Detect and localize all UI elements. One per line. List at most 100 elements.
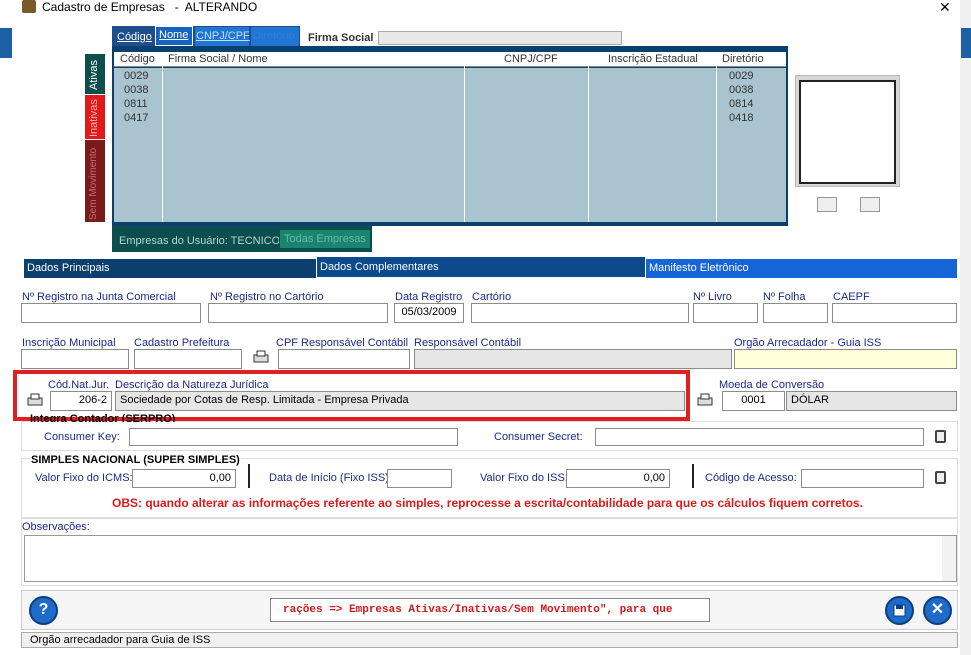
grid-col-divider — [464, 52, 465, 222]
data-registro-input[interactable]: 05/03/2009 — [394, 303, 464, 323]
side-tab-inativas-label: Inativas — [88, 99, 100, 137]
tab-dados-principais[interactable]: Dados Principais — [24, 259, 316, 278]
cadastro-prefeitura-input[interactable] — [134, 349, 242, 369]
close-icon[interactable]: ✕ — [939, 0, 951, 16]
orgao-input[interactable] — [734, 349, 957, 369]
table-row-codigo[interactable]: 0038 — [124, 83, 148, 97]
cod-nat-label: Cód.Nat.Jur. — [48, 379, 110, 391]
tab-dados-complementares-label: Dados Complementares — [320, 261, 439, 273]
table-row-diretorio[interactable]: 0029 — [729, 69, 753, 83]
table-row-codigo[interactable]: 0417 — [124, 111, 148, 125]
codigo-acesso-input[interactable] — [801, 469, 924, 488]
col-codigo[interactable]: Código — [120, 53, 155, 65]
printer-icon-svg — [27, 393, 43, 406]
background-strip — [960, 0, 971, 655]
consumer-secret-input[interactable] — [595, 428, 924, 446]
save-button[interactable] — [885, 596, 914, 625]
registro-junta-label: Nº Registro na Junta Comercial — [22, 291, 176, 303]
caepf-input[interactable] — [832, 303, 957, 323]
livro-input[interactable] — [693, 303, 758, 323]
folha-label: Nº Folha — [763, 291, 806, 303]
grid-body — [114, 68, 786, 222]
simples-label: SIMPLES NACIONAL (SUPER SIMPLES) — [30, 454, 241, 466]
tab-nome[interactable]: Nome — [155, 26, 193, 46]
grid-col-divider — [716, 52, 717, 222]
separator — [248, 464, 250, 488]
background-strip-left — [0, 28, 12, 58]
tab-nome-label: Nome — [159, 29, 189, 41]
side-tab-ativas[interactable]: Ativas — [85, 54, 105, 94]
col-diretorio[interactable]: Diretório — [722, 53, 764, 65]
observacoes-scrollbar[interactable] — [942, 536, 956, 581]
tab-dados-complementares[interactable]: Dados Complementares — [316, 256, 646, 278]
responsavel-label: Responsável Contábil — [414, 337, 522, 349]
data-inicio-label: Data de Início (Fixo ISS): — [269, 472, 392, 484]
data-registro-label: Data Registro — [395, 291, 463, 303]
logo-image[interactable] — [799, 80, 896, 184]
side-tab-ativas-label: Ativas — [88, 60, 100, 90]
valor-icms-input[interactable]: 0,00 — [132, 469, 236, 488]
status-bar: Orgão arrecadador para Guia de ISS — [21, 632, 958, 648]
grid-header: Código Firma Social / Nome CNPJ/CPF Insc… — [114, 52, 786, 67]
cod-nat-input[interactable]: 206-2 — [50, 391, 112, 411]
side-tab-sem-movimento-label: Sem Movimento — [88, 147, 99, 220]
caepf-label: CAEPF — [833, 291, 870, 303]
grid-col-divider — [162, 52, 163, 222]
table-row-diretorio[interactable]: 0814 — [729, 97, 753, 111]
inscricao-municipal-label: Inscrição Municipal — [22, 337, 116, 349]
printer-icon[interactable] — [26, 392, 44, 408]
lock-icon[interactable] — [935, 471, 946, 484]
registro-junta-input[interactable] — [21, 303, 201, 323]
consumer-key-label: Consumer Key: — [44, 431, 120, 443]
side-tab-inativas[interactable]: Inativas — [85, 95, 105, 139]
tab-cnpj-label: CNPJ/CPF — [196, 30, 250, 42]
clear-logo-icon[interactable] — [860, 197, 880, 212]
col-firma[interactable]: Firma Social / Nome — [168, 53, 268, 65]
footer-user-tab[interactable]: Empresas do Usuário: TECNICO — [119, 235, 280, 247]
tab-codigo[interactable]: Código — [114, 30, 155, 44]
lock-icon[interactable] — [935, 430, 946, 443]
marquee-text: rações => Empresas Ativas/Inativas/Sem M… — [283, 604, 673, 616]
grid-dirs: 0029 0038 0814 0418 — [729, 69, 753, 125]
firma-social-input[interactable] — [378, 31, 622, 45]
col-cnpj[interactable]: CNPJ/CPF — [504, 53, 558, 65]
printer-icon[interactable] — [696, 392, 714, 408]
folha-input[interactable] — [763, 303, 828, 323]
printer-icon[interactable] — [252, 349, 270, 365]
valor-iss-input[interactable]: 0,00 — [566, 469, 670, 488]
footer-all-label: Todas Empresas — [284, 233, 366, 245]
cartorio-input[interactable] — [471, 303, 689, 323]
registro-cartorio-label: Nº Registro no Cartório — [210, 291, 324, 303]
tab-manifesto-label: Manifesto Eletrônico — [649, 262, 749, 274]
consumer-key-input[interactable] — [129, 428, 458, 446]
cadastro-prefeitura-label: Cadastro Prefeitura — [134, 337, 230, 349]
printer-icon-svg — [697, 393, 713, 406]
data-inicio-input[interactable] — [387, 469, 452, 488]
tab-cnpj[interactable]: CNPJ/CPF — [195, 27, 250, 46]
side-tab-sem-movimento[interactable]: Sem Movimento — [85, 140, 105, 222]
company-grid[interactable]: Código Firma Social / Nome CNPJ/CPF Insc… — [112, 46, 788, 226]
livro-label: Nº Livro — [693, 291, 732, 303]
inscricao-municipal-input[interactable] — [21, 349, 129, 369]
table-row-codigo[interactable]: 0811 — [124, 97, 148, 111]
observacoes-textarea[interactable] — [24, 535, 957, 582]
col-inscricao[interactable]: Inscrição Estadual — [608, 53, 698, 65]
valor-icms-label: Valor Fixo do ICMS: — [35, 472, 133, 484]
orgao-label: Orgão Arrecadador - Guia ISS — [734, 337, 882, 349]
load-logo-icon[interactable] — [817, 197, 837, 212]
cpf-responsavel-input[interactable] — [278, 349, 410, 369]
tab-diretorio[interactable]: Diretório — [251, 27, 299, 46]
printer-icon-svg — [253, 350, 269, 363]
footer-all-tab[interactable]: Todas Empresas — [279, 229, 371, 249]
tab-dados-principais-label: Dados Principais — [27, 262, 110, 274]
table-row-diretorio[interactable]: 0038 — [729, 83, 753, 97]
registro-cartorio-input[interactable] — [208, 303, 388, 323]
help-icon[interactable]: ? — [29, 596, 58, 625]
background-strip-blue — [961, 28, 971, 58]
table-row-diretorio[interactable]: 0418 — [729, 111, 753, 125]
moeda-code-input[interactable]: 0001 — [722, 391, 785, 411]
close-button[interactable]: ✕ — [923, 596, 952, 625]
tab-manifesto[interactable]: Manifesto Eletrônico — [646, 259, 957, 278]
table-row-codigo[interactable]: 0029 — [124, 69, 148, 83]
status-text: Orgão arrecadador para Guia de ISS — [30, 634, 211, 646]
